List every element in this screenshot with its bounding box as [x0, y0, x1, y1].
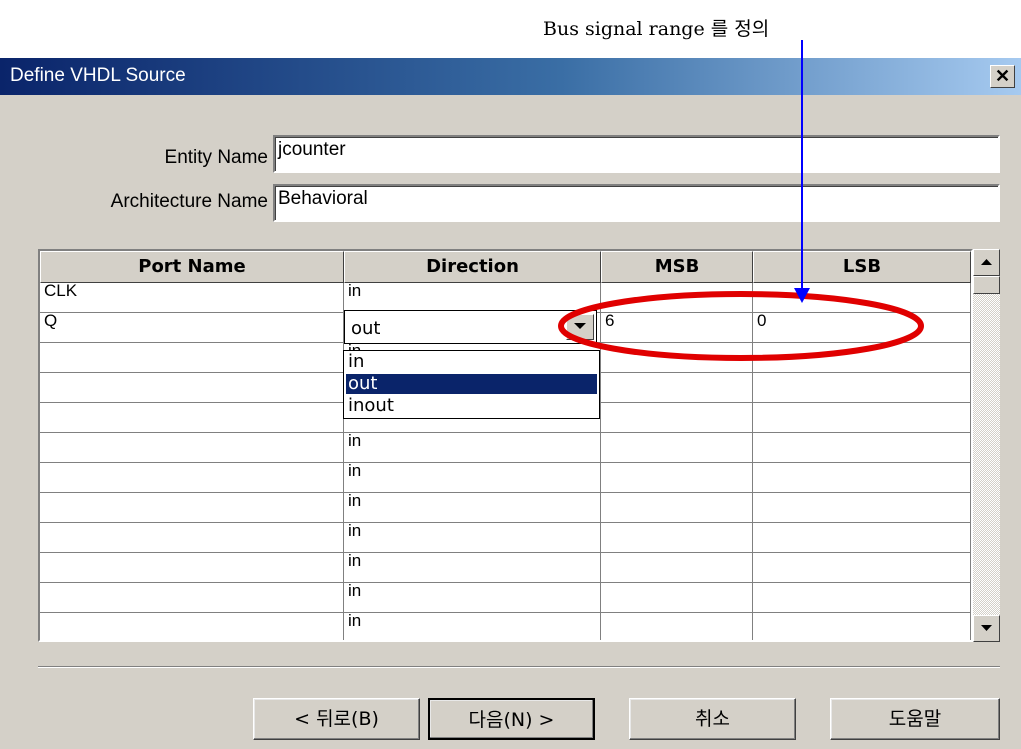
direction-cell[interactable]: in: [344, 613, 601, 640]
close-icon: ✕: [994, 66, 1011, 86]
lsb-cell[interactable]: 0: [753, 313, 971, 343]
port-name-cell[interactable]: [40, 553, 344, 583]
msb-cell[interactable]: [601, 463, 753, 493]
port-name-cell[interactable]: [40, 523, 344, 553]
msb-cell[interactable]: [601, 553, 753, 583]
back-button[interactable]: < 뒤로(B): [253, 698, 420, 740]
lsb-cell[interactable]: [753, 373, 971, 403]
port-name-cell[interactable]: [40, 583, 344, 613]
entity-name-label: Entity Name: [164, 147, 268, 168]
lsb-cell[interactable]: [753, 583, 971, 613]
lsb-cell[interactable]: [753, 613, 971, 640]
arrow-up-icon: [981, 259, 992, 265]
direction-combo[interactable]: out: [344, 310, 597, 344]
scroll-up-button[interactable]: [973, 249, 1000, 276]
direction-dropdown-list: in out inout: [343, 350, 600, 419]
window-title: Define VHDL Source: [10, 65, 186, 86]
dropdown-option-inout[interactable]: inout: [346, 396, 597, 416]
chevron-down-icon: [574, 323, 586, 329]
next-button[interactable]: 다음(N) >: [428, 698, 595, 740]
lsb-cell[interactable]: [753, 433, 971, 463]
port-name-cell[interactable]: Q: [40, 313, 344, 343]
combo-value: out: [351, 318, 381, 339]
msb-cell[interactable]: [601, 523, 753, 553]
direction-cell[interactable]: in: [344, 553, 601, 583]
msb-cell[interactable]: [601, 433, 753, 463]
direction-cell[interactable]: in: [344, 283, 601, 313]
port-name-cell[interactable]: [40, 613, 344, 640]
msb-cell[interactable]: [601, 583, 753, 613]
msb-cell[interactable]: 6: [601, 313, 753, 343]
scroll-down-button[interactable]: [973, 615, 1000, 642]
button-separator: [38, 666, 1000, 668]
port-name-cell[interactable]: [40, 343, 344, 373]
column-header-direction[interactable]: Direction: [344, 251, 601, 283]
column-header-msb[interactable]: MSB: [601, 251, 753, 283]
msb-cell[interactable]: [601, 283, 753, 313]
msb-cell[interactable]: [601, 373, 753, 403]
annotation-caption: Bus signal range 를 정의: [543, 18, 770, 40]
msb-cell[interactable]: [601, 343, 753, 373]
port-grid: Port Name Direction MSB LSB CLKinQout60i…: [38, 249, 973, 642]
entity-name-field[interactable]: jcounter: [273, 135, 1000, 173]
architecture-name-field[interactable]: Behavioral: [273, 184, 1000, 222]
lsb-cell[interactable]: [753, 403, 971, 433]
column-header-port-name[interactable]: Port Name: [40, 251, 344, 283]
lsb-cell[interactable]: [753, 343, 971, 373]
lsb-cell[interactable]: [753, 493, 971, 523]
direction-cell[interactable]: in: [344, 583, 601, 613]
combo-dropdown-button[interactable]: [566, 314, 594, 340]
port-name-cell[interactable]: CLK: [40, 283, 344, 313]
port-name-cell[interactable]: [40, 463, 344, 493]
direction-cell[interactable]: in: [344, 433, 601, 463]
msb-cell[interactable]: [601, 613, 753, 640]
direction-cell[interactable]: in: [344, 463, 601, 493]
arrow-down-icon: [981, 625, 992, 631]
port-name-cell[interactable]: [40, 403, 344, 433]
dropdown-option-in[interactable]: in: [346, 352, 597, 372]
msb-cell[interactable]: [601, 403, 753, 433]
lsb-cell[interactable]: [753, 523, 971, 553]
lsb-cell[interactable]: [753, 463, 971, 493]
lsb-cell[interactable]: [753, 283, 971, 313]
architecture-name-label: Architecture Name: [110, 191, 268, 212]
port-name-cell[interactable]: [40, 373, 344, 403]
title-bar[interactable]: Define VHDL Source ✕: [0, 58, 1021, 95]
column-header-lsb[interactable]: LSB: [753, 251, 971, 283]
scroll-thumb[interactable]: [973, 276, 1000, 294]
port-name-cell[interactable]: [40, 433, 344, 463]
close-button[interactable]: ✕: [990, 65, 1015, 88]
dropdown-option-out[interactable]: out: [346, 374, 597, 394]
direction-cell[interactable]: in: [344, 523, 601, 553]
lsb-cell[interactable]: [753, 553, 971, 583]
help-button[interactable]: 도움말: [830, 698, 1000, 740]
grid-scrollbar[interactable]: [973, 249, 1000, 642]
cancel-button[interactable]: 취소: [629, 698, 796, 740]
msb-cell[interactable]: [601, 493, 753, 523]
annotation: Bus signal range 를 정의: [0, 0, 1021, 60]
port-name-cell[interactable]: [40, 493, 344, 523]
direction-cell[interactable]: in: [344, 493, 601, 523]
